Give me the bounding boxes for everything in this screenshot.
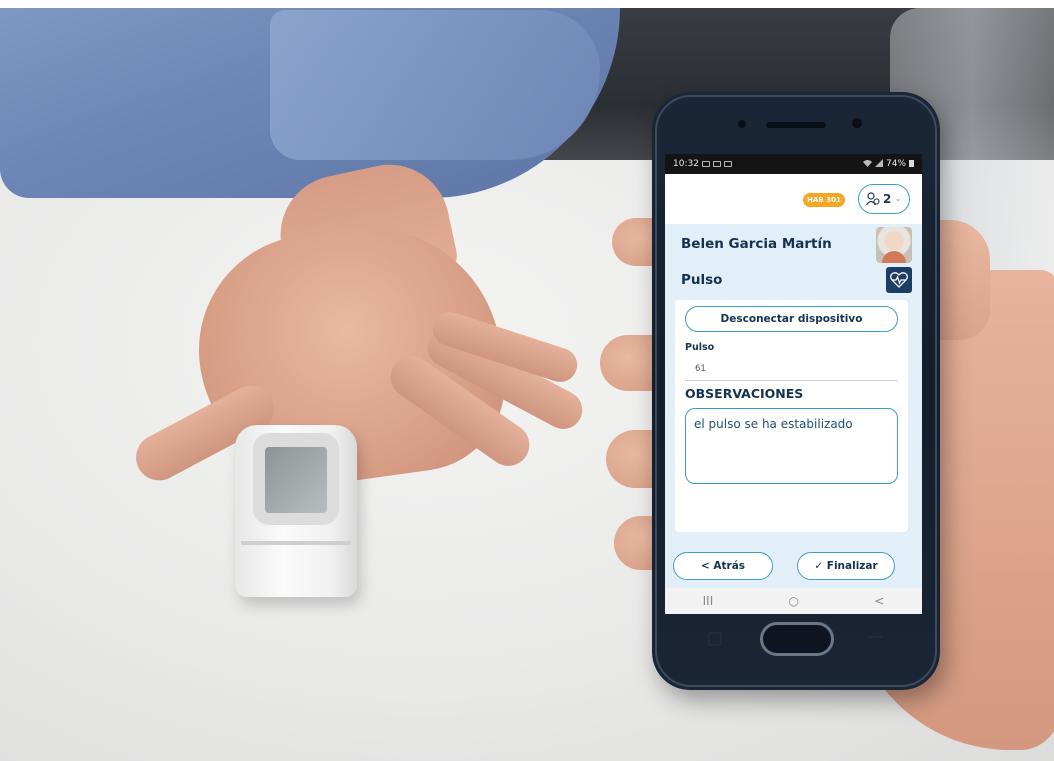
battery-percent: 74% <box>885 159 906 169</box>
measurement-row: Pulso <box>665 264 922 296</box>
battery-icon <box>909 159 914 170</box>
users-icon <box>866 192 880 206</box>
oximeter-seam <box>241 541 351 545</box>
disconnect-device-button[interactable]: Desconectar dispositivo <box>685 306 898 332</box>
form-area: Desconectar dispositivo Pulso 61 OBSERVA… <box>665 296 922 544</box>
users-selector[interactable]: 2 ⌄ <box>858 184 910 214</box>
message-icon <box>701 161 710 167</box>
action-footer: < Atrás ✓ Finalizar <box>665 544 922 588</box>
wifi-icon <box>862 159 872 170</box>
home-hardware-button[interactable] <box>760 622 834 656</box>
room-badge[interactable]: HAB 301 <box>803 193 845 207</box>
patient-name: Belen Garcia Martín <box>681 236 832 252</box>
signal-icon <box>874 158 883 170</box>
oximeter-display <box>265 447 327 513</box>
finish-button[interactable]: ✓ Finalizar <box>797 552 895 580</box>
recent-apps-icon[interactable]: III <box>703 594 714 608</box>
smartphone: 10:32 74% HAB 301 2 ⌄ Belen Garcia Martí… <box>652 92 940 690</box>
pulse-field-label: Pulso <box>685 342 715 353</box>
pulse-oximeter-device <box>235 425 357 597</box>
form-card: Desconectar dispositivo Pulso 61 OBSERVA… <box>675 300 908 532</box>
back-soft-key[interactable] <box>868 636 882 644</box>
patient-avatar <box>876 227 912 263</box>
home-icon[interactable]: ○ <box>789 594 799 608</box>
chevron-down-icon: ⌄ <box>894 194 902 204</box>
status-bar: 10:32 74% <box>665 154 922 174</box>
front-camera <box>852 118 862 128</box>
recent-soft-key[interactable] <box>708 632 722 646</box>
observations-textarea[interactable]: el pulso se ha estabilizado <box>685 408 898 484</box>
earpiece <box>766 122 826 128</box>
top-border <box>0 0 1054 8</box>
image-icon <box>723 161 732 167</box>
pulse-field-value[interactable]: 61 <box>695 364 706 374</box>
avatar-body <box>882 251 906 263</box>
measurement-name: Pulso <box>681 272 723 288</box>
users-count: 2 <box>883 192 892 206</box>
sensor-dot <box>738 120 746 128</box>
patient-row: Belen Garcia Martín <box>665 224 922 264</box>
mail-icon <box>712 161 721 167</box>
status-time: 10:32 <box>673 159 699 169</box>
observations-label: OBSERVACIONES <box>685 386 804 401</box>
app-header: HAB 301 2 ⌄ <box>665 174 922 224</box>
app-screen: 10:32 74% HAB 301 2 ⌄ Belen Garcia Martí… <box>665 154 922 614</box>
back-button[interactable]: < Atrás <box>673 552 773 580</box>
shirt-fold <box>270 10 600 160</box>
android-nav-bar: III ○ < <box>665 588 922 614</box>
back-nav-icon[interactable]: < <box>874 594 884 608</box>
heart-pulse-icon <box>886 267 912 293</box>
field-underline <box>685 380 898 381</box>
